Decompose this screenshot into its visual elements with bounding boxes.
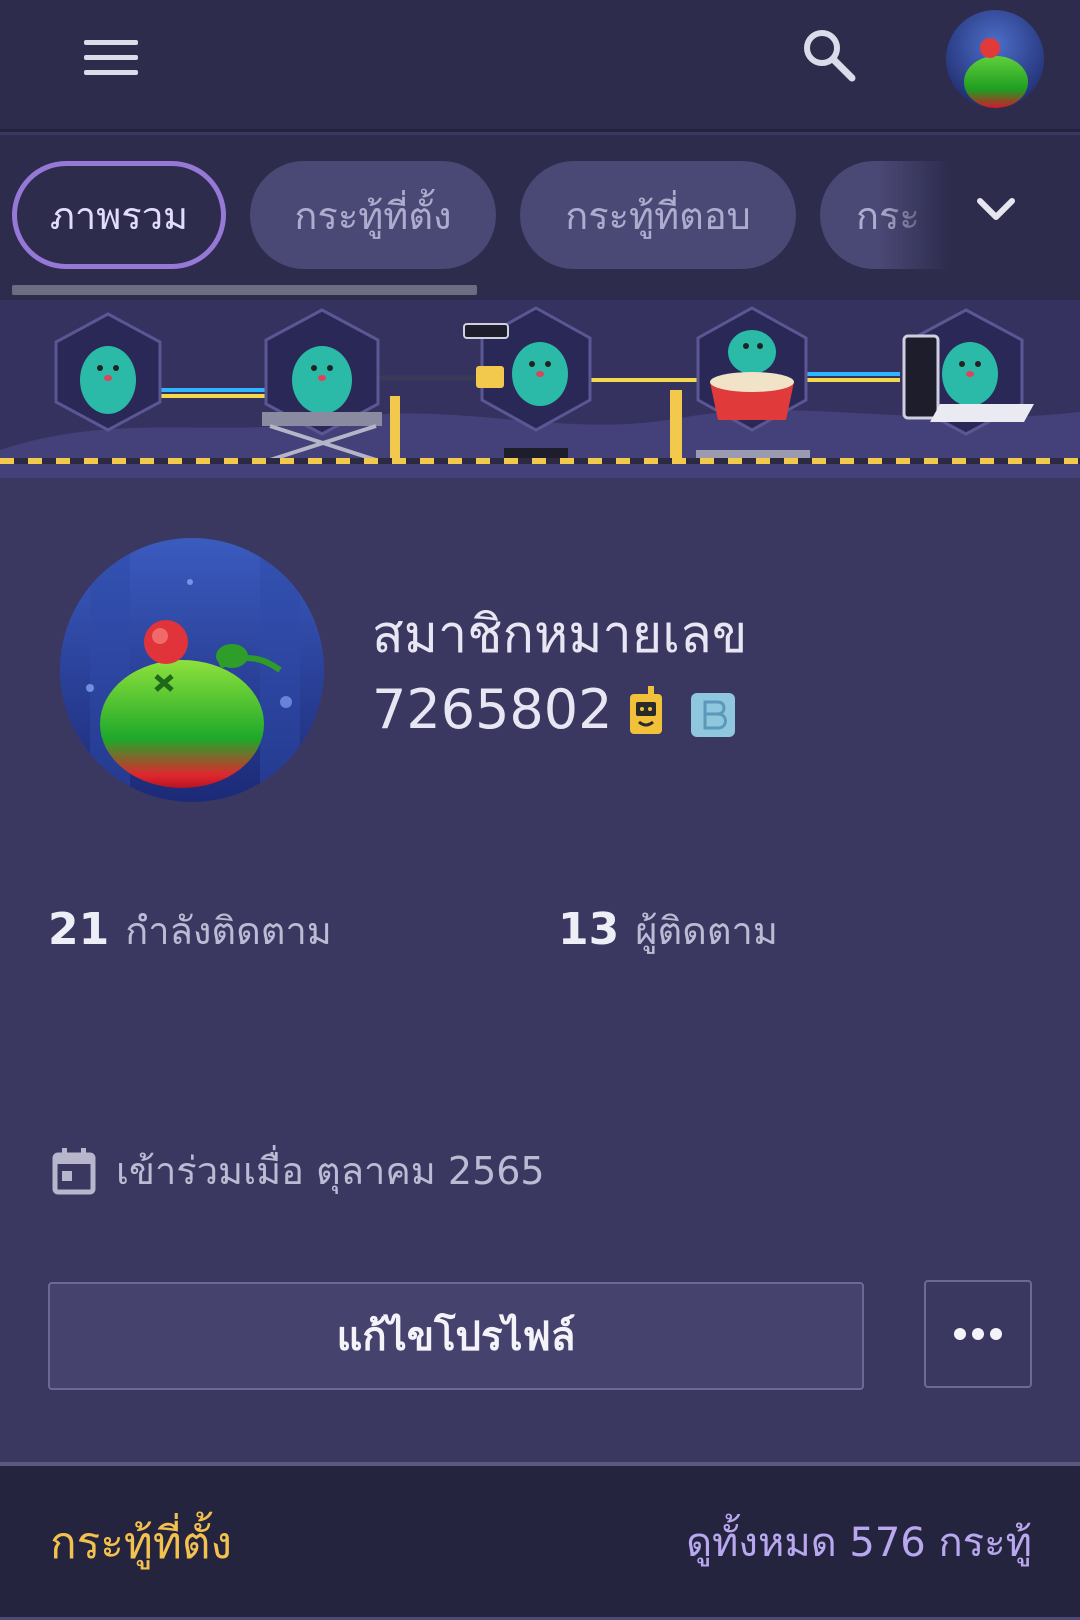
joined-date: เข้าร่วมเมื่อ ตุลาคม 2565 (52, 1140, 545, 1201)
followers-label: ผู้ติดตาม (635, 909, 778, 953)
profile-tabs: ภาพรวม กระทู้ที่ตั้ง กระทู้ที่ตอบ กระ (0, 135, 1080, 300)
more-horizontal-icon (954, 1328, 1002, 1340)
posts-section-title: กระทู้ที่ตั้ง (50, 1518, 232, 1569)
user-avatar[interactable] (946, 10, 1044, 108)
calendar-icon (52, 1147, 96, 1194)
followers-count: 13 (558, 904, 620, 955)
hamburger-menu-icon[interactable] (78, 34, 144, 82)
tab-posts-replied[interactable]: กระทู้ที่ตอบ (520, 161, 796, 269)
followers-stat[interactable]: 13 ผู้ติดตาม (558, 900, 778, 961)
profile-cover-banner (0, 300, 1080, 478)
edit-profile-button[interactable]: แก้ไขโปรไฟล์ (48, 1282, 864, 1390)
b-badge-icon (691, 693, 735, 737)
mascot-badge-icon (630, 686, 662, 734)
posts-section-header: กระทู้ที่ตั้ง ดูทั้งหมด 576 กระทู้ (0, 1466, 1080, 1620)
joined-text: เข้าร่วมเมื่อ ตุลาคม 2565 (116, 1149, 545, 1193)
top-app-bar (0, 0, 1080, 132)
view-all-posts-link[interactable]: ดูทั้งหมด 576 กระทู้ (686, 1510, 1032, 1574)
chevron-down-icon[interactable] (966, 179, 1026, 239)
profile-avatar[interactable] (60, 538, 324, 802)
search-icon[interactable] (798, 24, 860, 86)
tabs-scrollbar[interactable] (12, 285, 477, 295)
following-count: 21 (48, 904, 110, 955)
tab-overview[interactable]: ภาพรวม (12, 161, 226, 269)
more-options-button[interactable] (924, 1280, 1032, 1388)
profile-name: สมาชิกหมายเลข (372, 605, 748, 665)
member-id: 7265802 (372, 678, 613, 741)
following-stat[interactable]: 21 กำลังติดตาม (48, 900, 332, 961)
tab-posts-created[interactable]: กระทู้ที่ตั้ง (250, 161, 496, 269)
following-label: กำลังติดตาม (125, 909, 332, 953)
